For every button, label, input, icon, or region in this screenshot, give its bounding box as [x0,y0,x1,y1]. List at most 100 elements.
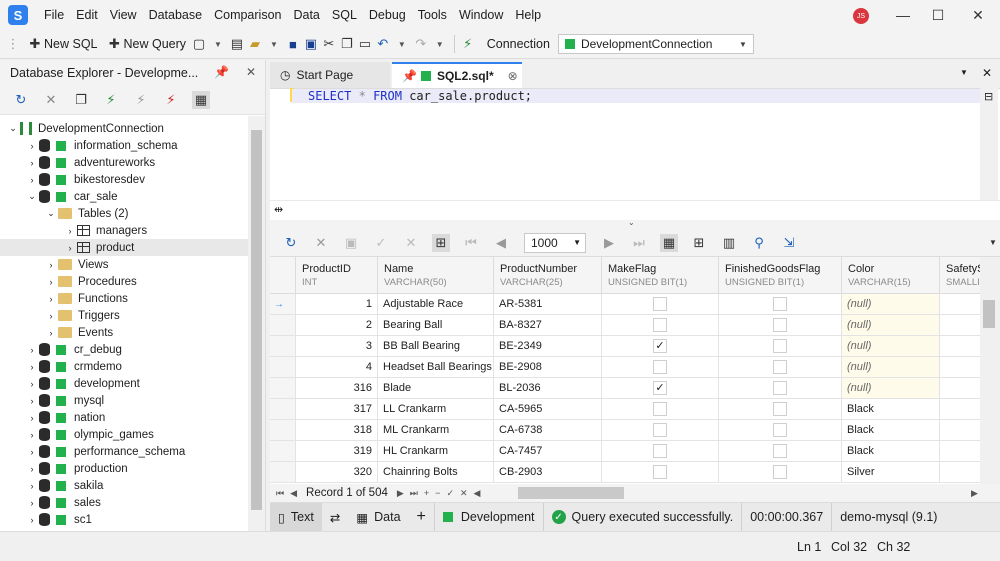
chevron-right-icon[interactable]: › [25,481,39,491]
cell-safetystock[interactable] [940,462,980,483]
next-page-icon[interactable]: ▶ [600,234,618,252]
cell-number[interactable]: BA-8327 [494,315,602,336]
cell-make[interactable]: ✓ [602,336,719,357]
menu-edit[interactable]: Edit [70,0,104,30]
new-connection-icon[interactable]: ⚡ [102,91,120,109]
checkbox[interactable] [773,318,787,332]
tree-item-events[interactable]: › Events [0,324,248,341]
paste-icon[interactable]: ▭ [356,35,374,53]
cell-color[interactable]: (null) [842,378,940,399]
menu-database[interactable]: Database [143,0,209,30]
editor-results-splitter[interactable]: ⌄ [270,218,1000,229]
cell-id[interactable]: 2 [296,315,378,336]
chevron-right-icon[interactable]: › [25,158,39,168]
cancel-record-icon[interactable]: ✕ [460,488,468,499]
menu-help[interactable]: Help [509,0,547,30]
chevron-right-icon[interactable]: › [25,345,39,355]
cell-color[interactable]: Black [842,420,940,441]
grid-view-icon[interactable]: ▦ [660,233,678,252]
add-view-button[interactable]: + [409,503,434,532]
tree-item-triggers[interactable]: › Triggers [0,307,248,324]
new-sql-button[interactable]: ✚ New SQL [22,33,102,55]
text-view-button[interactable]: ▯ Text [270,502,322,532]
editor-vertical-scrollbar[interactable]: ⊟ [980,88,998,200]
cell-id[interactable]: 317 [296,399,378,420]
cell-id[interactable]: 318 [296,420,378,441]
connection-select[interactable]: DevelopmentConnection ▼ [557,34,754,54]
cell-name[interactable]: Adjustable Race [378,294,494,315]
connect-icon[interactable]: ⚡ [459,35,477,53]
tab-start-page[interactable]: ◷ Start Page [270,62,390,88]
close-tab-icon[interactable]: ⊗ [508,69,518,83]
table-row[interactable]: 4 Headset Ball Bearings BE-2908 (null) [270,357,980,378]
table-row[interactable]: 2 Bearing Ball BA-8327 (null) [270,315,980,336]
cell-name[interactable]: ML Crankarm [378,420,494,441]
tabs-close-icon[interactable]: ✕ [982,66,992,80]
open-folder-icon[interactable]: ▰ [246,35,264,53]
menu-debug[interactable]: Debug [363,0,412,30]
maximize-icon[interactable]: ☐ [928,6,948,24]
swap-view-button[interactable]: ⇄ [322,503,348,532]
tree-item-crmdemo[interactable]: › crmdemo [0,358,248,375]
add-record-icon[interactable]: + [424,488,429,498]
checkbox[interactable] [653,402,667,416]
cell-name[interactable]: BB Ball Bearing [378,336,494,357]
grid-apply-icon[interactable]: ✓ [372,234,390,252]
cell-number[interactable]: CA-5965 [494,399,602,420]
cell-number[interactable]: CA-7457 [494,441,602,462]
cell-color[interactable]: (null) [842,315,940,336]
cell-safetystock[interactable] [940,420,980,441]
grid-vertical-scrollbar[interactable] [980,257,998,484]
table-row[interactable]: 318 ML Crankarm CA-6738 Black [270,420,980,441]
menu-file[interactable]: File [38,0,70,30]
row-header[interactable] [270,336,296,357]
tree-item-sc1[interactable]: › sc1 [0,511,248,528]
row-header[interactable] [270,315,296,336]
cell-number[interactable]: CB-2903 [494,462,602,483]
chevron-right-icon[interactable]: › [25,464,39,474]
redo-dropdown-icon[interactable]: ▼ [436,40,444,49]
disconnect-icon[interactable]: ⚡ [162,91,180,109]
chevron-right-icon[interactable]: › [44,294,58,304]
new-item-icon[interactable]: ▢ [190,35,208,53]
menu-tools[interactable]: Tools [412,0,453,30]
tree-item-developmentconnection[interactable]: ⌄ DevelopmentConnection [0,120,248,137]
tree-item-information-schema[interactable]: › information_schema [0,137,248,154]
first-record-icon[interactable]: ⏮ [276,488,284,499]
cell-finished[interactable] [719,399,842,420]
cell-color[interactable]: Black [842,399,940,420]
checkbox[interactable] [653,360,667,374]
new-document-icon[interactable]: ▤ [228,35,246,53]
checkbox[interactable] [773,465,787,479]
grid-scroll-thumb[interactable] [983,300,995,328]
last-record-icon[interactable]: ⏭ [410,488,418,499]
tree-item-bikestoresdev[interactable]: › bikestoresdev [0,171,248,188]
cell-id[interactable]: 4 [296,357,378,378]
chevron-right-icon[interactable]: › [25,430,39,440]
minimize-icon[interactable]: — [893,6,913,24]
tree-item-views[interactable]: › Views [0,256,248,273]
chevron-right-icon[interactable]: › [25,413,39,423]
close-icon[interactable]: ✕ [968,6,988,24]
cell-number[interactable]: AR-5381 [494,294,602,315]
cell-make[interactable] [602,441,719,462]
menu-data[interactable]: Data [287,0,325,30]
column-header-productid[interactable]: ProductID INT [296,257,378,294]
column-header-makeflag[interactable]: MakeFlag UNSIGNED BIT(1) [602,257,719,294]
row-header[interactable] [270,378,296,399]
grid-toolbar-overflow-icon[interactable]: ▼ [984,234,1000,252]
tree-scroll-thumb[interactable] [251,130,262,510]
close-panel-icon[interactable]: ✕ [246,65,256,79]
tree-item-nation[interactable]: › nation [0,409,248,426]
columns-icon[interactable]: ▥ [720,234,738,252]
menu-window[interactable]: Window [453,0,509,30]
checkbox[interactable] [653,444,667,458]
chevron-right-icon[interactable]: › [25,141,39,151]
column-header-finishedgoodsflag[interactable]: FinishedGoodsFlag UNSIGNED BIT(1) [719,257,842,294]
cell-number[interactable]: CA-6738 [494,420,602,441]
cell-make[interactable] [602,315,719,336]
filter-icon[interactable]: ▦ [192,91,210,109]
cell-id[interactable]: 320 [296,462,378,483]
cell-finished[interactable] [719,357,842,378]
cell-color[interactable]: (null) [842,336,940,357]
